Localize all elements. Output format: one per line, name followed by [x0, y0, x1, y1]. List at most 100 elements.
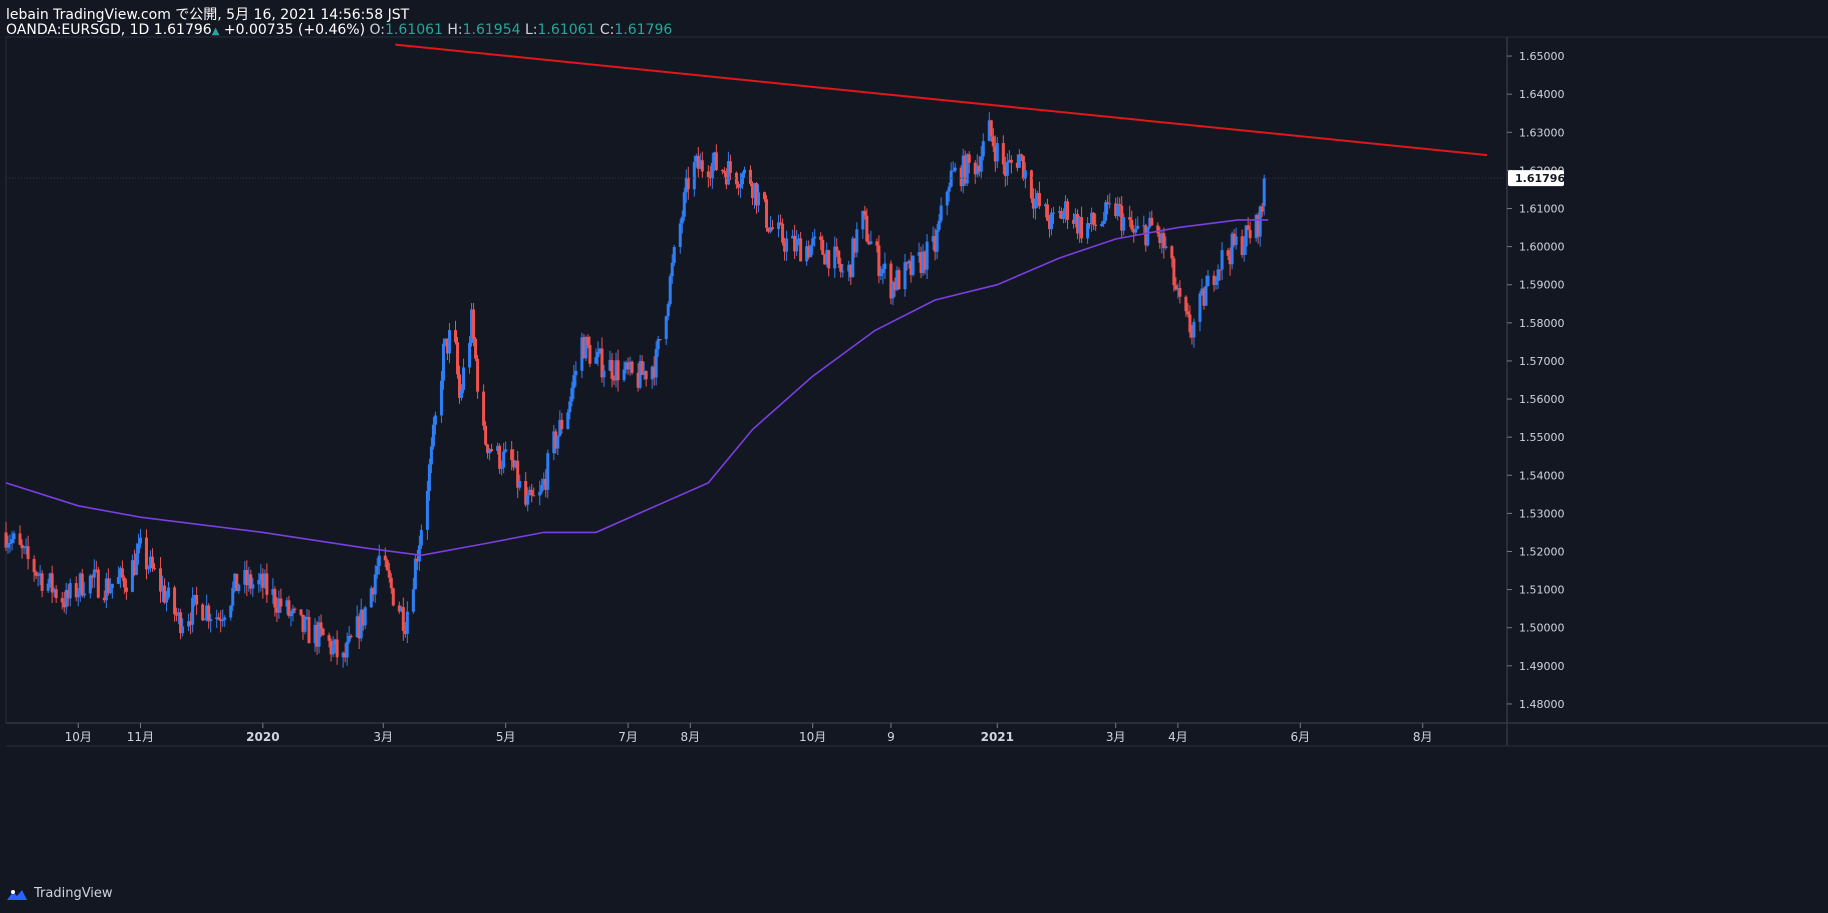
candle-body [413, 558, 417, 590]
candle-body [827, 250, 831, 269]
candle-body [1198, 293, 1202, 322]
x-tick-label: 8月 [1413, 730, 1433, 744]
candle-body [510, 449, 514, 461]
candle-body [1246, 225, 1250, 231]
footer-brand[interactable]: TradingView [6, 886, 113, 901]
candle-body [897, 270, 901, 290]
y-tick-label: 1.58000 [1519, 317, 1565, 330]
candle-body [700, 160, 704, 172]
y-tick-label: 1.57000 [1519, 355, 1565, 368]
y-tick-label: 1.49000 [1519, 660, 1565, 673]
candle-body [989, 120, 993, 137]
candle-body [728, 161, 732, 173]
candle-body [257, 580, 261, 585]
candle-body [945, 191, 949, 206]
candle-body [373, 574, 377, 595]
candle-body [307, 616, 311, 644]
candle-body [429, 446, 433, 465]
y-tick-label: 1.64000 [1519, 88, 1565, 101]
candle-body [630, 361, 634, 373]
candle-body [1001, 143, 1005, 165]
candle-body [502, 451, 506, 468]
candle-body [748, 169, 752, 184]
candle-body [427, 464, 431, 491]
candle-body [68, 583, 72, 599]
candle-body [138, 537, 142, 544]
candle-body [417, 545, 421, 562]
time-axis: 10月 11月 2020 3月 5月 7月 8月 10月 9 2021 3月 4月 6月 8月 [65, 723, 1433, 744]
candle-body [165, 597, 169, 603]
candle-body [1226, 250, 1230, 256]
candle-body [474, 338, 478, 359]
candle-body [799, 238, 803, 262]
candle-body [217, 617, 221, 620]
candle-body [1204, 286, 1208, 306]
chart-container[interactable]: 1.650001.640001.630001.620001.610001.600… [0, 0, 1828, 909]
candle-body [1066, 201, 1070, 220]
candle-body [1186, 311, 1190, 315]
candle-body [411, 589, 415, 612]
candle-body [568, 401, 572, 413]
candle-body [46, 583, 50, 591]
candle-body [1019, 154, 1023, 156]
candle-body [54, 589, 58, 599]
tradingview-logo-icon [7, 889, 27, 900]
candle-body [476, 358, 480, 392]
candle-body [1037, 192, 1041, 207]
candle-body [670, 262, 674, 277]
candle-body [594, 357, 598, 364]
x-tick-label: 5月 [496, 730, 516, 744]
candle-body [835, 246, 839, 251]
candle-body [1045, 204, 1049, 221]
candle-body [76, 592, 80, 598]
candle-body [439, 380, 443, 416]
candle-body [1102, 220, 1106, 224]
candle-body [18, 533, 22, 545]
candle-body [303, 617, 307, 632]
candle-body [1118, 204, 1122, 206]
candle-body [1023, 170, 1027, 179]
candle-body [672, 246, 676, 263]
x-tick-label: 3月 [1106, 730, 1126, 744]
candle-body [279, 598, 283, 607]
candle-body [36, 575, 40, 577]
x-tick-label: 4月 [1168, 730, 1188, 744]
candle-body [1130, 219, 1134, 230]
price-chart[interactable]: 1.650001.640001.630001.620001.610001.600… [0, 0, 1828, 909]
candle-body [742, 169, 746, 174]
candle-body [951, 170, 955, 172]
candle-body [795, 239, 799, 252]
up-arrow-icon: ▲ [211, 26, 220, 37]
candle-body [656, 339, 660, 350]
candle-body [237, 584, 241, 592]
candle-body [1086, 223, 1090, 239]
y-tick-label: 1.60000 [1519, 241, 1565, 254]
candle-body [1262, 178, 1266, 207]
candle-body [588, 344, 592, 364]
candle-body [879, 273, 883, 277]
candle-body [490, 449, 494, 451]
candle-body [401, 607, 405, 631]
candle-body [1164, 246, 1168, 249]
candle-body [201, 604, 205, 621]
candle-body [1146, 226, 1150, 246]
candle-body [289, 613, 293, 617]
candle-body [785, 238, 789, 252]
x-tick-label: 9 [887, 730, 895, 744]
candle-body [377, 555, 381, 566]
candle-body [40, 573, 44, 591]
candle-body [472, 309, 476, 339]
candle-body [566, 412, 570, 429]
last-price-label: 1.61796 [1515, 172, 1565, 185]
symbol-legend[interactable]: OANDA:EURSGD, 1D 1.61796▲ +0.00735 (+0.4… [6, 22, 672, 38]
candle-body [484, 425, 488, 445]
candle-body [757, 192, 761, 206]
symbol-name[interactable]: OANDA:EURSGD, 1D [6, 22, 149, 38]
candle-body [273, 589, 277, 608]
candle-body [863, 210, 867, 216]
candle-body [88, 575, 92, 594]
candle-body [191, 597, 195, 625]
candle-body [1218, 269, 1222, 271]
candle-body [570, 388, 574, 402]
candle-body [1242, 246, 1246, 255]
